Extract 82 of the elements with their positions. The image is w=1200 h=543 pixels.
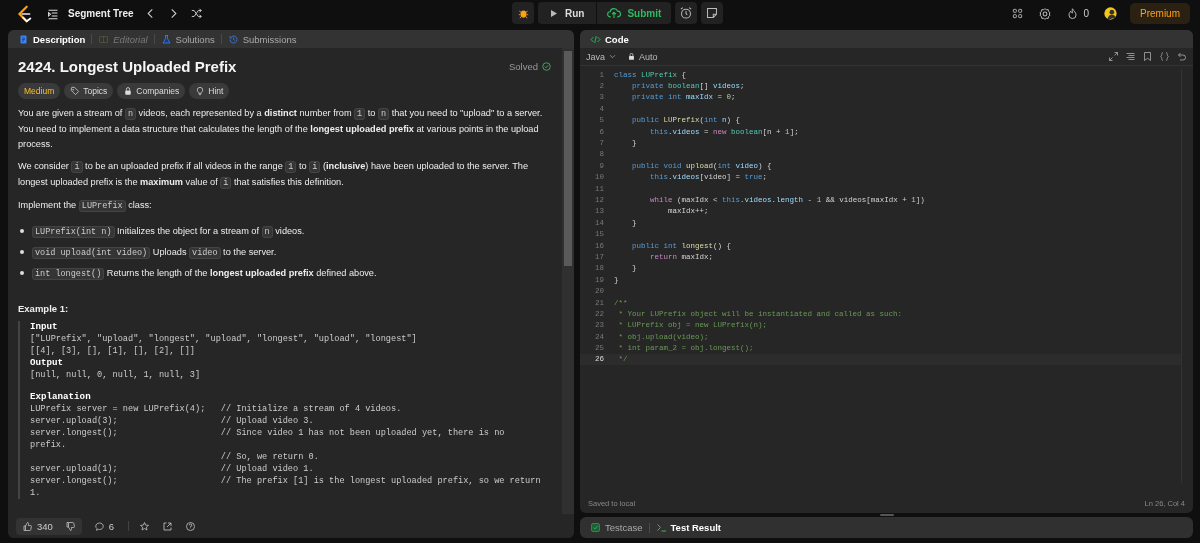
bookmark-icon[interactable]: [1142, 51, 1153, 62]
chevron-down-icon: [608, 52, 617, 61]
cloud-upload-icon: [607, 6, 622, 20]
description-paragraph: Implement the LUPrefix class:: [18, 199, 153, 214]
list-item-text: LUPrefix(int n) Initializes the object for a stream of n videos.: [32, 224, 305, 239]
book-icon: [98, 33, 110, 45]
panel-tab[interactable]: Submissions: [223, 33, 301, 45]
timer-button[interactable]: [675, 2, 698, 24]
problem-title: 2424. Longest Uploaded Prefix: [18, 58, 237, 75]
example-line: LUPrefix server = new LUPrefix(4); // Initialize a stream of 4 videos.: [30, 403, 403, 415]
description-paragraph: You are given a stream of n videos, each represented by a distinct number from 1 to n that you need to "upload" to a server. You need to implement a data structure that calculates the length of the longest uploaded prefix at various points in the upload process.: [18, 107, 544, 151]
notes-button[interactable]: [701, 2, 724, 24]
document-icon: [18, 33, 29, 45]
play-icon: [548, 7, 559, 19]
companies-button[interactable]: Companies: [117, 83, 186, 99]
example-line: server.upload(1); // Upload video 1.: [30, 463, 315, 475]
premium-button[interactable]: Premium: [1130, 3, 1190, 24]
avatar-icon[interactable]: [1103, 6, 1118, 21]
panel-tab[interactable]: Solutions: [156, 33, 219, 45]
solved-status: Solved: [508, 61, 538, 72]
tag-icon: [70, 86, 81, 96]
language-select[interactable]: Java: [586, 51, 617, 62]
streak-count: 0: [1083, 8, 1089, 19]
layout-grid-icon[interactable]: [1011, 7, 1025, 20]
example-line: [[4], [3], [], [1], [], [2], []]: [30, 345, 197, 357]
run-button[interactable]: Run: [538, 2, 597, 24]
lock-icon: [627, 52, 636, 61]
debug-button[interactable]: [512, 2, 534, 24]
list-item-text: int longest() Returns the length of the longest uploaded prefix defined above.: [32, 266, 377, 281]
bullet-dot: [20, 271, 24, 275]
share-icon[interactable]: [162, 520, 174, 532]
difficulty-badge: Medium: [18, 83, 61, 99]
thumbs-down-icon: [64, 520, 76, 532]
lock-icon: [123, 86, 134, 96]
help-icon[interactable]: [185, 520, 197, 532]
example-line: prefix.: [30, 439, 68, 451]
comments-button[interactable]: 6: [87, 517, 121, 535]
example-line: ["LUPrefix", "upload", "longest", "upload", "longest", "upload", "longest"]: [30, 333, 418, 345]
example-line: server.upload(3); // Upload video 3.: [30, 415, 315, 427]
panel-tab[interactable]: Testcase: [586, 522, 647, 533]
code-brackets-icon: [590, 33, 601, 45]
expand-icon[interactable]: [1108, 51, 1119, 62]
format-lines-icon[interactable]: [1125, 51, 1136, 62]
panel-tab[interactable]: Test Result: [651, 522, 725, 533]
flask-icon: [160, 33, 172, 45]
thumbs-up-icon: [22, 520, 33, 532]
terminal-icon: [655, 522, 667, 533]
note-icon: [705, 6, 720, 20]
example-label: Output: [30, 357, 65, 369]
resize-handle[interactable]: [879, 514, 894, 516]
panel-tab[interactable]: Description: [14, 33, 90, 45]
example-line: server.longest(); // Since video 1 has not been uploaded yet, there is no: [30, 427, 506, 439]
bullet-dot: [20, 229, 24, 233]
topics-button[interactable]: Topics: [64, 83, 114, 99]
hint-button[interactable]: Hint: [189, 83, 230, 99]
history-icon: [227, 33, 239, 45]
shuffle-icon[interactable]: [189, 7, 203, 20]
example-line: [null, null, 0, null, 1, null, 3]: [30, 369, 202, 381]
lightbulb-icon: [195, 86, 206, 96]
list-item-text: void upload(int video) Uploads video to the server.: [32, 245, 277, 260]
submit-button[interactable]: Submit: [597, 2, 672, 24]
checkbox-icon: [590, 522, 601, 533]
comment-icon: [93, 520, 105, 532]
bullet-dot: [20, 250, 24, 254]
example-label: Input: [30, 321, 59, 333]
undo-icon[interactable]: [1176, 51, 1187, 62]
check-circle-icon: [541, 61, 552, 72]
code-tab[interactable]: Code: [586, 33, 633, 45]
example-line: // So, we return 0.: [219, 451, 320, 463]
alarm-clock-icon: [679, 6, 694, 20]
star-icon[interactable]: [139, 520, 151, 532]
example-line: 1.: [30, 487, 42, 499]
example-heading: Example 1:: [18, 303, 70, 314]
scrollbar[interactable]: [562, 48, 574, 514]
problem-list-title[interactable]: Segment Tree: [68, 8, 134, 19]
auto-mode-button[interactable]: Auto: [627, 51, 658, 62]
settings-icon[interactable]: [1038, 6, 1053, 21]
example-line: server.longest(); // The prefix [1] is the longest uploaded prefix, so we return: [30, 475, 542, 487]
braces-icon[interactable]: [1159, 51, 1170, 62]
example-label: Explanation: [30, 390, 92, 403]
flame-icon[interactable]: [1066, 7, 1080, 20]
description-paragraph: We consider i to be an uploaded prefix if all videos in the range 1 to i (inclusive) have been uploaded to the server. The longest uploaded prefix is the maximum value of i that satisfies this definition.: [18, 160, 530, 191]
